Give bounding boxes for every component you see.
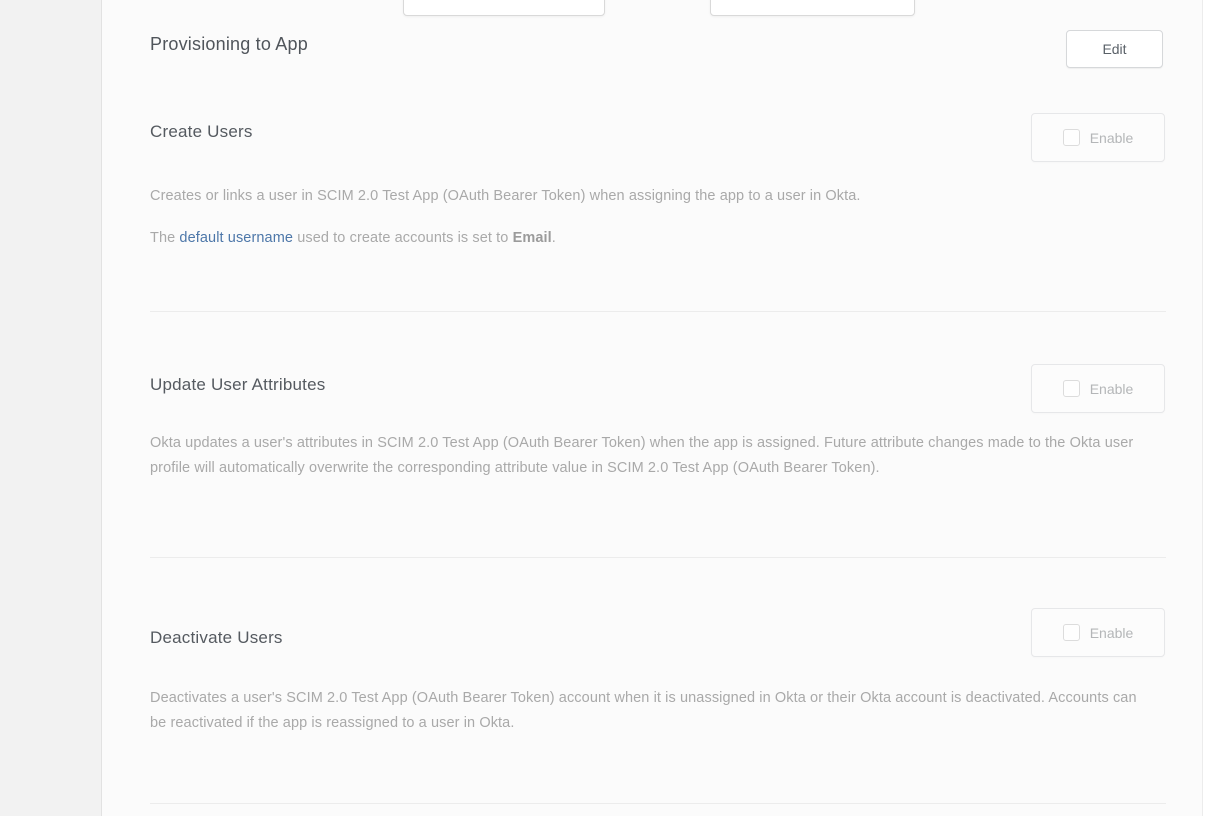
username-value: Email bbox=[513, 230, 552, 246]
enable-label: Enable bbox=[1090, 130, 1134, 146]
username-line-middle: used to create accounts is set to bbox=[293, 230, 513, 246]
provisioning-to-app-panel: Provisioning to App Edit Create Users En… bbox=[102, 0, 1203, 816]
page-title: Provisioning to App bbox=[150, 34, 308, 55]
enable-toggle-update-user-attributes[interactable]: Enable bbox=[1031, 364, 1165, 413]
section-divider bbox=[150, 557, 1166, 558]
enable-checkbox[interactable] bbox=[1063, 129, 1080, 146]
username-line-suffix: . bbox=[552, 230, 556, 246]
create-users-description: Creates or links a user in SCIM 2.0 Test… bbox=[150, 184, 1160, 209]
enable-toggle-deactivate-users[interactable]: Enable bbox=[1031, 608, 1165, 657]
default-username-link[interactable]: default username bbox=[179, 230, 293, 246]
enable-label: Enable bbox=[1090, 381, 1134, 397]
default-username-line: The default username used to create acco… bbox=[150, 226, 1160, 251]
username-line-prefix: The bbox=[150, 230, 179, 246]
setting-title-deactivate-users: Deactivate Users bbox=[150, 628, 283, 648]
setting-title-create-users: Create Users bbox=[150, 122, 253, 142]
enable-toggle-create-users[interactable]: Enable bbox=[1031, 113, 1165, 162]
setting-title-update-user-attributes: Update User Attributes bbox=[150, 375, 325, 395]
enable-checkbox[interactable] bbox=[1063, 380, 1080, 397]
section-divider bbox=[150, 803, 1166, 804]
enable-checkbox[interactable] bbox=[1063, 624, 1080, 641]
okta-provisioning-screen: Provisioning to App Edit Create Users En… bbox=[0, 0, 1212, 820]
partial-input-field[interactable] bbox=[403, 0, 605, 16]
section-divider bbox=[150, 311, 1166, 312]
edit-button[interactable]: Edit bbox=[1066, 30, 1163, 68]
partial-input-field[interactable] bbox=[710, 0, 915, 16]
left-sidebar bbox=[0, 0, 102, 816]
enable-label: Enable bbox=[1090, 625, 1134, 641]
deactivate-users-description: Deactivates a user's SCIM 2.0 Test App (… bbox=[150, 686, 1150, 736]
update-user-attributes-description: Okta updates a user's attributes in SCIM… bbox=[150, 431, 1162, 481]
